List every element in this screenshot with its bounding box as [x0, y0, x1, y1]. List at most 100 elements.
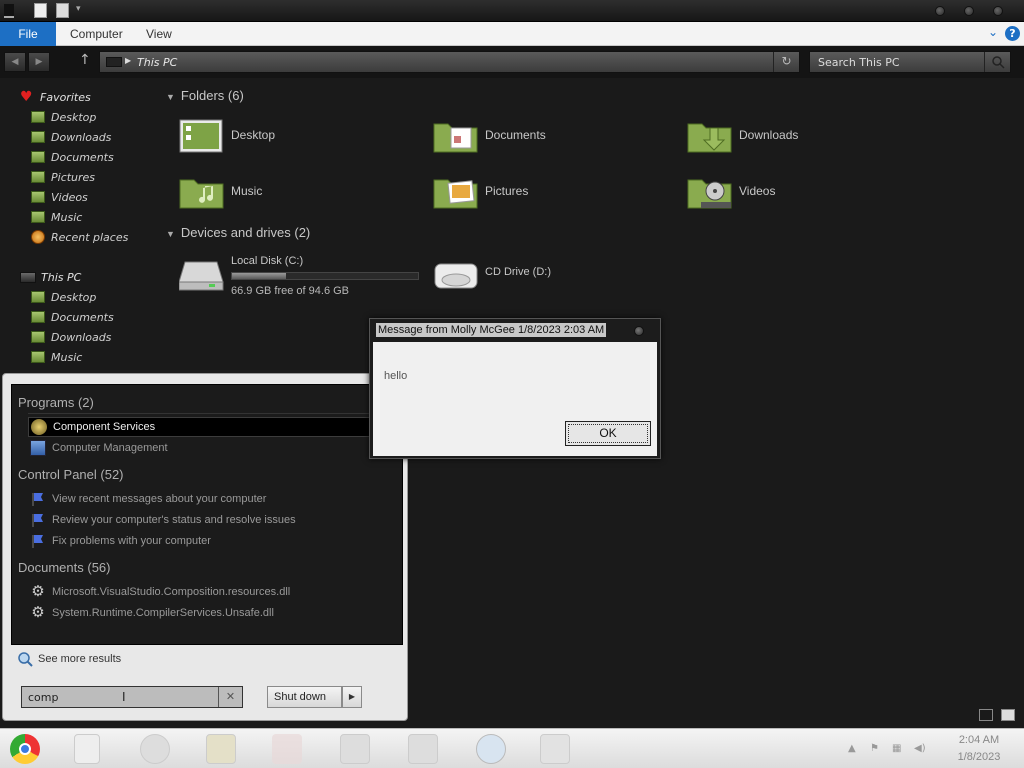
address-bar[interactable]: ▶ This PC ↻ — [99, 51, 800, 73]
recent-places-icon — [31, 230, 45, 244]
dialog-title: Message from Molly McGee 1/8/2023 2:03 A… — [376, 323, 607, 337]
sidebar-item-downloads[interactable]: Downloads — [31, 128, 111, 146]
window-menu-icon[interactable] — [4, 4, 14, 18]
folder-desktop[interactable]: Desktop — [179, 116, 419, 156]
desktop-folder-icon — [179, 119, 223, 153]
result-review-status[interactable]: Review your computer's status and resolv… — [28, 510, 398, 530]
folder-videos[interactable]: Videos — [687, 172, 927, 212]
result-composition-dll[interactable]: ⚙ Microsoft.VisualStudio.Composition.res… — [28, 582, 398, 602]
sidebar-item-desktop[interactable]: Desktop — [31, 108, 96, 126]
sidebar-item-recent-places[interactable]: Recent places — [31, 228, 128, 246]
chrome-icon-center — [19, 743, 31, 755]
shut-down-button[interactable]: Shut down — [267, 686, 342, 708]
clock-date[interactable]: 1/8/2023 — [950, 751, 1008, 763]
drive-cd-d[interactable]: CD Drive (D:) — [433, 252, 633, 296]
search-icon[interactable] — [984, 52, 1010, 72]
result-component-services[interactable]: Component Services — [28, 417, 398, 437]
app-circle-icon[interactable] — [140, 734, 170, 764]
collapse-chevron-icon[interactable]: ▼ — [166, 229, 175, 239]
back-button[interactable]: ◀ — [4, 52, 26, 72]
sidebar-item-videos[interactable]: Videos — [31, 188, 88, 206]
devices-group-header[interactable]: ▼ Devices and drives (2) — [166, 225, 310, 240]
ok-button[interactable]: OK — [565, 421, 651, 446]
drive-local-disk-c[interactable]: Local Disk (C:) 66.9 GB free of 94.6 GB — [179, 252, 424, 297]
category-control-panel[interactable]: Control Panel (52) — [18, 467, 124, 482]
network-icon[interactable]: ▦ — [892, 743, 904, 755]
details-view-icon[interactable] — [979, 709, 993, 721]
up-arrow-icon[interactable]: ↑ — [79, 52, 91, 68]
folders-group-header[interactable]: ▼ Folders (6) — [166, 88, 244, 103]
sidebar-item-pc-documents[interactable]: Documents — [31, 308, 114, 326]
downloads-icon — [31, 131, 45, 143]
sidebar-item-pc-downloads[interactable]: Downloads — [31, 328, 111, 346]
ribbon-tab-bar: File Computer View ⌄ ? — [0, 22, 1024, 46]
desktop-icon — [31, 111, 45, 123]
see-more-results-link[interactable]: See more results — [17, 651, 121, 667]
sidebar-this-pc[interactable]: This PC — [20, 268, 81, 286]
component-services-taskbar-icon[interactable] — [408, 734, 438, 764]
file-explorer-icon[interactable] — [206, 734, 236, 764]
documents-folder-icon — [433, 123, 478, 153]
clock-time[interactable]: 2:04 AM — [950, 734, 1008, 746]
cd-drive-icon — [434, 263, 478, 289]
breadcrumb[interactable]: This PC — [137, 56, 177, 69]
category-documents[interactable]: Documents (56) — [18, 560, 110, 575]
tab-computer[interactable]: Computer — [70, 22, 123, 46]
action-center-flag-icon[interactable]: ⚑ — [870, 743, 882, 755]
start-search-input[interactable]: comp I ✕ — [21, 686, 243, 708]
music-icon — [31, 351, 45, 363]
show-hidden-icons-icon[interactable]: ▲ — [848, 743, 860, 755]
shut-down-options-arrow-icon[interactable]: ▶ — [342, 686, 362, 708]
sidebar-item-music[interactable]: Music — [31, 208, 82, 226]
start-menu: Programs (2) Component Services Computer… — [2, 373, 408, 721]
search-input[interactable]: Search This PC — [809, 51, 1011, 73]
minimize-button[interactable] — [935, 6, 945, 16]
volume-icon[interactable]: ◀) — [914, 743, 926, 755]
folder-downloads[interactable]: Downloads — [687, 116, 927, 156]
clear-search-button[interactable]: ✕ — [218, 687, 242, 707]
chrome-icon[interactable] — [10, 734, 40, 764]
sidebar-item-pictures[interactable]: Pictures — [31, 168, 95, 186]
new-folder-icon[interactable] — [56, 3, 69, 18]
sidebar-item-pc-music[interactable]: Music — [31, 348, 82, 366]
pictures-icon — [31, 171, 45, 183]
teamviewer-icon[interactable] — [476, 734, 506, 764]
music-folder-icon — [179, 179, 224, 209]
file-icon[interactable] — [74, 734, 100, 764]
properties-icon[interactable] — [34, 3, 47, 18]
collapse-chevron-icon[interactable]: ▼ — [166, 92, 175, 102]
tab-view[interactable]: View — [146, 22, 172, 46]
folder-music[interactable]: Music — [179, 172, 419, 212]
expand-ribbon-chevron-icon[interactable]: ⌄ — [988, 25, 998, 39]
folder-documents[interactable]: Documents — [433, 116, 673, 156]
result-fix-problems[interactable]: Fix problems with your computer — [28, 531, 398, 551]
message-window-icon[interactable] — [540, 734, 570, 764]
gear-icon: ⚙ — [31, 604, 45, 621]
close-button[interactable] — [993, 6, 1003, 16]
pc-icon — [106, 57, 122, 67]
forward-button[interactable]: ▶ — [28, 52, 50, 72]
breadcrumb-arrow-icon[interactable]: ▶ — [125, 56, 131, 65]
refresh-button[interactable]: ↻ — [773, 52, 799, 72]
folder-pictures[interactable]: Pictures — [433, 172, 673, 212]
result-view-messages[interactable]: View recent messages about your computer — [28, 489, 398, 509]
result-unsafe-dll[interactable]: ⚙ System.Runtime.CompilerServices.Unsafe… — [28, 603, 398, 623]
dialog-body: hello OK — [373, 342, 657, 456]
computer-management-icon — [30, 440, 46, 456]
help-icon[interactable]: ? — [1005, 26, 1020, 41]
category-programs[interactable]: Programs (2) — [18, 395, 94, 410]
sidebar-favorites[interactable]: ♥ Favorites — [20, 88, 91, 106]
flag-icon — [30, 512, 46, 528]
result-computer-management[interactable]: Computer Management — [28, 438, 398, 458]
taskbar: ▲ ⚑ ▦ ◀) 2:04 AM 1/8/2023 — [0, 728, 1024, 768]
maximize-button[interactable] — [964, 6, 974, 16]
computer-management-taskbar-icon[interactable] — [340, 734, 370, 764]
start-search-value: comp — [28, 691, 59, 704]
sidebar-item-documents[interactable]: Documents — [31, 148, 114, 166]
tab-file[interactable]: File — [0, 22, 56, 46]
customize-qat-chevron-icon[interactable]: ▾ — [76, 4, 81, 20]
people-icon[interactable] — [272, 734, 302, 764]
dialog-close-button[interactable] — [634, 326, 644, 336]
sidebar-item-pc-desktop[interactable]: Desktop — [31, 288, 96, 306]
large-icons-view-icon[interactable] — [1001, 709, 1015, 721]
